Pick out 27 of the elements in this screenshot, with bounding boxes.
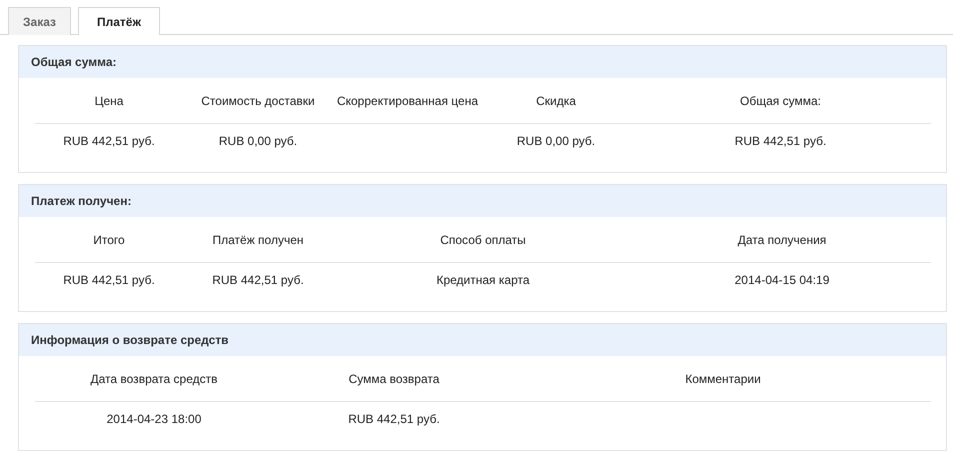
table-cell: RUB 442,51 руб.: [63, 273, 155, 287]
table-cell: RUB 442,51 руб.: [348, 412, 440, 426]
panel-title: Информация о возврате средств: [31, 333, 229, 347]
table-cell: 2014-04-15 04:19: [734, 273, 830, 287]
tab[interactable]: Заказ: [8, 7, 71, 35]
panel-title: Платеж получен:: [31, 194, 132, 208]
table-cell: RUB 442,51 руб.: [63, 134, 155, 148]
table-cell: 2014-04-23 18:00: [106, 412, 202, 426]
tab[interactable]: Платёж: [78, 7, 160, 35]
column-header: Сумма возврата: [348, 372, 440, 386]
table-cell: RUB 442,51 руб.: [734, 134, 826, 148]
column-header: Скорректированная цена: [336, 94, 478, 108]
column-header: Итого: [93, 232, 125, 246]
column-header: Цена: [94, 94, 124, 108]
table-cell: RUB 0,00 руб.: [516, 134, 596, 148]
panel-title: Общая сумма:: [31, 55, 116, 69]
column-header: Скидка: [536, 94, 576, 108]
column-header: Дата получения: [738, 232, 826, 246]
column-header: Стоимость доставки: [201, 94, 315, 108]
column-header: Способ оплаты: [440, 232, 526, 246]
table-cell: RUB 442,51 руб.: [212, 273, 304, 287]
table-cell: Кредитная карта: [436, 273, 530, 287]
column-header: Общая сумма:: [740, 94, 821, 108]
column-header: Комментарии: [685, 372, 761, 386]
column-header: Дата возврата средств: [90, 372, 218, 386]
column-header: Платёж получен: [212, 232, 304, 246]
table-cell: RUB 0,00 руб.: [218, 134, 298, 148]
